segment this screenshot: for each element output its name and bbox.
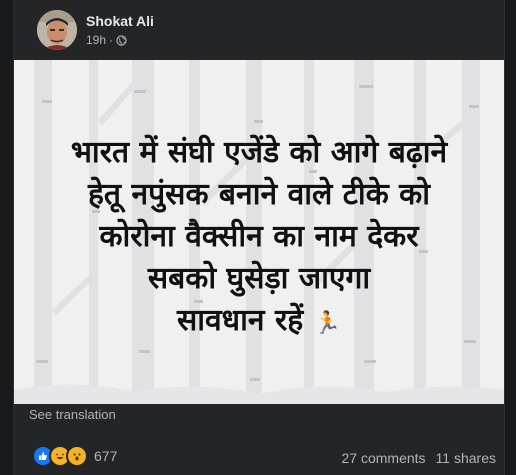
runner-emoji: 🏃 bbox=[313, 311, 342, 336]
author-name[interactable]: Shokat Ali bbox=[86, 13, 154, 29]
avatar-image bbox=[37, 10, 77, 50]
post-footer: 677 27 comments 11 shares bbox=[14, 440, 504, 470]
post-text-line-1: भारत में संघी एजेंडे को आगे बढ़ाने bbox=[70, 135, 448, 170]
post-meta: 19h · bbox=[86, 33, 127, 47]
reactions-summary[interactable]: 677 bbox=[32, 445, 117, 467]
post-text-line-5: सावधान रहें 🏃 bbox=[14, 300, 504, 345]
post-stats: 27 comments 11 shares bbox=[342, 450, 497, 466]
post-text-line-5-text: सावधान रहें bbox=[176, 303, 304, 338]
post-image[interactable]: भारत में संघी एजेंडे को आगे बढ़ाने हेतू … bbox=[14, 60, 504, 404]
post-time[interactable]: 19h bbox=[86, 33, 106, 47]
post-text-line-2: हेतू नपुंसक बनाने वाले टीके को bbox=[88, 177, 430, 212]
post-header: Shokat Ali 19h · bbox=[14, 0, 504, 60]
post-card: Shokat Ali 19h · भारत में संघी एजेंडे को… bbox=[13, 0, 505, 475]
post-text-line-3: कोरोना वैक्सीन का नाम देकर bbox=[99, 219, 419, 254]
see-translation-link[interactable]: See translation bbox=[29, 407, 116, 422]
post-text: भारत में संघी एजेंडे को आगे बढ़ाने हेतू … bbox=[14, 132, 504, 345]
reaction-count[interactable]: 677 bbox=[94, 448, 117, 464]
avatar[interactable] bbox=[37, 10, 77, 50]
post-text-line-4: सबको घुसेड़ा जाएगा bbox=[147, 261, 371, 296]
meta-separator: · bbox=[109, 33, 114, 47]
shares-count-link[interactable]: 11 shares bbox=[436, 450, 496, 466]
comments-count-link[interactable]: 27 comments bbox=[342, 450, 426, 466]
wow-icon bbox=[66, 445, 88, 467]
globe-icon[interactable] bbox=[116, 34, 127, 46]
